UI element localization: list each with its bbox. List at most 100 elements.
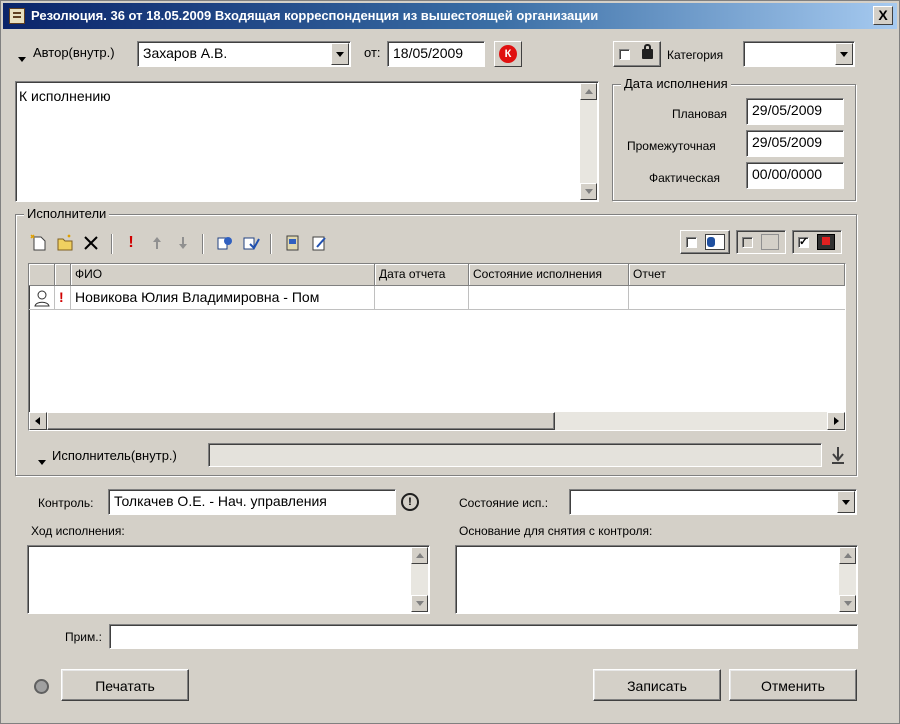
progress-scrollbar[interactable]: [411, 547, 428, 612]
copy-executor-icon[interactable]: [216, 234, 234, 252]
executor-field[interactable]: [208, 443, 822, 467]
row-report-date-cell: [375, 286, 469, 310]
lock-toggle[interactable]: [613, 41, 661, 67]
table-row[interactable]: ! Новикова Юлия Владимировна - Пом: [29, 286, 845, 310]
author-dropdown-button[interactable]: [331, 43, 349, 65]
scroll-up-button[interactable]: [411, 547, 428, 564]
planned-date-value: 29/05/2009: [752, 102, 823, 118]
scroll-down-button[interactable]: [580, 183, 597, 200]
scroll-up-button[interactable]: [839, 547, 856, 564]
resolution-scrollbar[interactable]: [580, 83, 597, 200]
new-folder-icon[interactable]: [56, 234, 74, 252]
executor-dropdown-icon[interactable]: [38, 453, 46, 468]
due-dates-title: Дата исполнения: [621, 76, 731, 91]
actual-date-field[interactable]: 00/00/0000: [746, 162, 844, 189]
actual-date-value: 00/00/0000: [752, 166, 823, 182]
documents-icon: [761, 234, 779, 250]
person-icon: [34, 290, 50, 307]
author-label: Автор(внутр.): [33, 45, 115, 60]
grid-header-priority: [55, 264, 71, 286]
removal-scrollbar[interactable]: [839, 547, 856, 612]
lock-checkbox[interactable]: [619, 49, 630, 60]
print-button[interactable]: Печатать: [61, 669, 189, 701]
actual-label: Фактическая: [649, 171, 720, 185]
row-priority-cell: !: [55, 286, 71, 310]
save-button[interactable]: Записать: [593, 669, 721, 701]
category-label: Категория: [667, 48, 724, 62]
title-bar[interactable]: Резолюция. 36 от 18.05.2009 Входящая кор…: [3, 3, 897, 29]
note-label: Прим.:: [65, 630, 102, 644]
close-button[interactable]: X: [873, 6, 893, 25]
edit-report-icon[interactable]: [310, 234, 328, 252]
show-documents-toggle[interactable]: [736, 230, 786, 254]
cancel-button-label: Отменить: [761, 678, 825, 694]
scroll-down-button[interactable]: [411, 595, 428, 612]
control-field[interactable]: Толкачев О.Е. - Нач. управления: [108, 489, 396, 515]
executor-label: Исполнитель(внутр.): [52, 448, 177, 463]
removal-textarea[interactable]: [455, 545, 858, 614]
date-field[interactable]: 18/05/2009: [387, 41, 485, 67]
show-cards-checkbox[interactable]: [686, 237, 697, 248]
author-select[interactable]: Захаров А.В.: [137, 41, 351, 67]
move-up-icon[interactable]: [148, 234, 166, 252]
download-arrow-icon[interactable]: [830, 445, 846, 468]
removal-label: Основание для снятия с контроля:: [459, 524, 653, 538]
control-label: Контроль:: [38, 496, 94, 510]
state-dropdown-button[interactable]: [837, 491, 855, 513]
row-report-cell: [629, 286, 845, 310]
state-select[interactable]: [569, 489, 857, 515]
scroll-right-button[interactable]: [827, 412, 845, 430]
planned-date-field[interactable]: 29/05/2009: [746, 98, 844, 125]
progress-label: Ход исполнения:: [31, 524, 125, 538]
control-badge-label: К: [504, 48, 512, 60]
category-dropdown-button[interactable]: [835, 43, 853, 65]
info-icon[interactable]: !: [401, 493, 419, 511]
row-name-cell: Новикова Юлия Владимировна - Пом: [71, 286, 375, 310]
note-field[interactable]: [109, 624, 858, 649]
show-documents-checkbox[interactable]: [742, 237, 753, 248]
new-document-icon[interactable]: [30, 234, 48, 252]
assign-executor-icon[interactable]: [242, 234, 260, 252]
cancel-button[interactable]: Отменить: [729, 669, 857, 701]
grid-header-report-date[interactable]: Дата отчета: [375, 264, 469, 286]
author-select-value: Захаров А.В.: [143, 45, 228, 61]
horizontal-scroll-thumb[interactable]: [47, 412, 555, 430]
row-executor-icon-cell: [29, 286, 55, 310]
control-badge-button[interactable]: К: [494, 41, 522, 67]
grid-header-name[interactable]: ФИО: [71, 264, 375, 286]
grid-header-report[interactable]: Отчет: [629, 264, 845, 286]
person-card-avatar: [707, 237, 715, 247]
delete-icon[interactable]: [82, 234, 100, 252]
toolbar-separator: [270, 234, 272, 254]
date-field-value: 18/05/2009: [393, 45, 464, 61]
executor-card-icon[interactable]: [284, 234, 302, 252]
control-field-value: Толкачев О.Е. - Нач. управления: [114, 493, 327, 509]
resolution-textarea[interactable]: К исполнению: [15, 81, 599, 202]
show-cards-toggle[interactable]: [680, 230, 730, 254]
status-indicator-icon: [34, 679, 49, 694]
window-title: Резолюция. 36 от 18.05.2009 Входящая кор…: [31, 8, 599, 23]
interim-date-value: 29/05/2009: [752, 134, 823, 150]
priority-icon[interactable]: !: [122, 234, 140, 252]
executors-group: Исполнители ! ✓ ФИО Дата отчета Состояни…: [15, 206, 857, 476]
resolution-window: Резолюция. 36 от 18.05.2009 Входящая кор…: [0, 0, 900, 724]
toolbar-separator: [111, 234, 113, 254]
scroll-down-button[interactable]: [839, 595, 856, 612]
executors-title: Исполнители: [24, 206, 110, 221]
grid-header-status[interactable]: Состояние исполнения: [469, 264, 629, 286]
row-priority-icon: !: [59, 289, 64, 305]
move-down-icon[interactable]: [174, 234, 192, 252]
show-tasks-toggle[interactable]: ✓: [792, 230, 842, 254]
progress-textarea[interactable]: [27, 545, 430, 614]
grid-header-icon: [29, 264, 55, 286]
author-dropdown-icon[interactable]: [18, 50, 26, 65]
tasks-icon-mark: [822, 237, 830, 245]
document-app-icon: [9, 8, 25, 24]
executors-grid[interactable]: ФИО Дата отчета Состояние исполнения Отч…: [28, 263, 846, 431]
category-select[interactable]: [743, 41, 855, 67]
scroll-up-button[interactable]: [580, 83, 597, 100]
scroll-left-button[interactable]: [29, 412, 47, 430]
grid-horizontal-scrollbar[interactable]: [29, 412, 845, 430]
row-status-cell: [469, 286, 629, 310]
interim-date-field[interactable]: 29/05/2009: [746, 130, 844, 157]
